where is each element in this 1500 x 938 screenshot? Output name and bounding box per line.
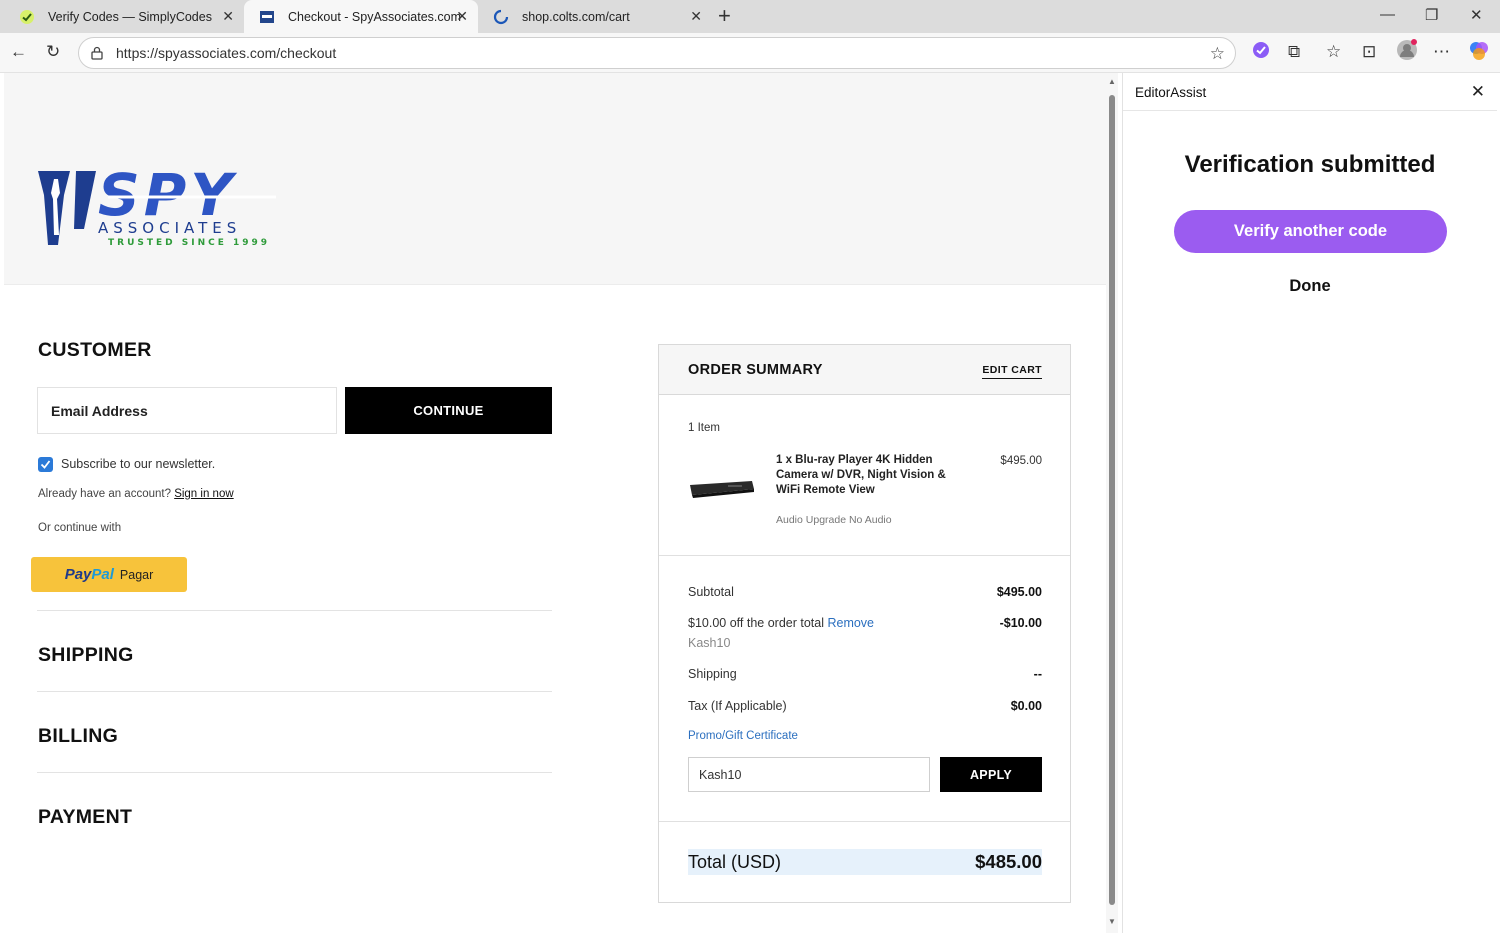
item-option: Audio Upgrade No Audio bbox=[776, 514, 892, 526]
close-tab-icon[interactable]: ✕ bbox=[690, 8, 702, 25]
favorites-icon[interactable]: ☆ bbox=[1326, 42, 1341, 62]
shipping-title: SHIPPING bbox=[38, 644, 134, 666]
total-value: $485.00 bbox=[975, 851, 1042, 872]
subtotal-label: Subtotal bbox=[688, 585, 734, 599]
svg-text:ASSOCIATES: ASSOCIATES bbox=[98, 219, 241, 237]
side-panel-title: EditorAssist bbox=[1135, 85, 1207, 100]
tab-title: shop.colts.com/cart bbox=[522, 9, 630, 24]
item-price: $495.00 bbox=[1000, 455, 1042, 467]
subtotal-row: Subtotal $495.00 bbox=[688, 585, 1042, 599]
shipping-row: Shipping -- bbox=[688, 667, 1042, 681]
extensions-puzzle-icon[interactable]: ⧉ bbox=[1288, 42, 1300, 62]
loading-spinner-icon bbox=[492, 8, 510, 26]
profile-avatar-icon[interactable] bbox=[1396, 39, 1418, 66]
tab-strip: Verify Codes — SimplyCodes ✕ Checkout - … bbox=[0, 0, 1500, 33]
close-panel-icon[interactable]: ✕ bbox=[1471, 82, 1485, 102]
account-prompt-text: Already have an account? bbox=[38, 488, 171, 500]
checkmark-icon bbox=[40, 460, 51, 469]
discount-label: $10.00 off the order total bbox=[688, 616, 824, 630]
discount-row: $10.00 off the order total Remove -$10.0… bbox=[688, 616, 1042, 630]
verify-another-code-button[interactable]: Verify another code bbox=[1174, 210, 1447, 253]
tab-title: Checkout - SpyAssociates.com bbox=[288, 9, 461, 24]
email-field[interactable]: Email Address bbox=[37, 387, 337, 434]
order-summary-title: ORDER SUMMARY bbox=[688, 362, 823, 378]
paypal-logo-icon: Pay bbox=[64, 566, 92, 583]
page-scrollbar[interactable]: ▲ ▼ bbox=[1106, 73, 1118, 933]
discount-value: -$10.00 bbox=[999, 616, 1042, 630]
editor-assist-panel: EditorAssist ✕ Verification submitted Ve… bbox=[1122, 73, 1497, 933]
tab-title: Verify Codes — SimplyCodes bbox=[48, 9, 212, 24]
order-summary-header: ORDER SUMMARY EDIT CART bbox=[659, 345, 1070, 395]
apply-button[interactable]: APPLY bbox=[940, 757, 1042, 792]
divider bbox=[659, 555, 1070, 556]
restore-icon[interactable]: ❐ bbox=[1425, 6, 1438, 24]
copilot-icon[interactable] bbox=[1468, 40, 1490, 67]
item-name: 1 x Blu-ray Player 4K Hidden Camera w/ D… bbox=[776, 454, 946, 496]
lock-icon[interactable] bbox=[90, 46, 104, 60]
newsletter-checkbox[interactable] bbox=[38, 457, 53, 472]
scroll-down-icon[interactable]: ▼ bbox=[1108, 917, 1116, 926]
shipping-label: Shipping bbox=[688, 667, 737, 681]
close-tab-icon[interactable]: ✕ bbox=[456, 8, 468, 25]
simplycodes-favicon-icon bbox=[18, 8, 36, 26]
sign-in-link[interactable]: Sign in now bbox=[174, 488, 233, 500]
billing-title: BILLING bbox=[38, 725, 119, 747]
newsletter-label: Subscribe to our newsletter. bbox=[61, 457, 216, 471]
close-tab-icon[interactable]: ✕ bbox=[222, 8, 234, 25]
done-button[interactable]: Done bbox=[1123, 277, 1497, 296]
tab-colts[interactable]: shop.colts.com/cart ✕ bbox=[478, 0, 712, 33]
total-label: Total (USD) bbox=[688, 851, 782, 872]
new-tab-icon[interactable]: + bbox=[718, 3, 731, 29]
scroll-up-icon[interactable]: ▲ bbox=[1108, 77, 1116, 86]
more-menu-icon[interactable]: ⋯ bbox=[1433, 42, 1450, 62]
total-row: Total (USD) $485.00 bbox=[688, 849, 1042, 875]
collections-icon[interactable]: ⊡ bbox=[1362, 42, 1376, 62]
window-close-icon[interactable]: ✕ bbox=[1470, 6, 1483, 24]
divider bbox=[37, 610, 552, 611]
customer-title: CUSTOMER bbox=[38, 339, 152, 361]
discount-code: Kash10 bbox=[688, 636, 731, 650]
order-summary: ORDER SUMMARY EDIT CART 1 Item 1 x Blu-r… bbox=[658, 344, 1071, 903]
tab-simplycodes[interactable]: Verify Codes — SimplyCodes ✕ bbox=[4, 0, 244, 33]
minimize-icon[interactable]: — bbox=[1380, 6, 1395, 23]
svg-text:TRUSTED SINCE 1999: TRUSTED SINCE 1999 bbox=[108, 238, 270, 247]
refresh-icon[interactable]: ↻ bbox=[46, 42, 60, 62]
spy-associates-logo[interactable]: SPY ASSOCIATES TRUSTED SINCE 1999 bbox=[36, 161, 286, 252]
checkout-page: SPY ASSOCIATES TRUSTED SINCE 1999 CUSTOM… bbox=[4, 73, 1106, 933]
promo-code-input[interactable]: Kash10 bbox=[688, 757, 930, 792]
shipping-value: -- bbox=[1033, 667, 1042, 681]
paypal-label: Pagar bbox=[119, 567, 154, 582]
subtotal-value: $495.00 bbox=[996, 585, 1042, 599]
divider bbox=[37, 691, 552, 692]
remove-discount-link[interactable]: Remove bbox=[827, 616, 874, 630]
continue-with-label: Or continue with bbox=[38, 522, 122, 534]
address-bar[interactable]: https://spyassociates.com/checkout ☆ bbox=[78, 37, 1236, 69]
browser-toolbar: ← ↻ https://spyassociates.com/checkout ☆… bbox=[0, 33, 1500, 73]
product-thumbnail[interactable] bbox=[688, 477, 756, 504]
site-header: SPY ASSOCIATES TRUSTED SINCE 1999 bbox=[4, 73, 1106, 285]
continue-button[interactable]: CONTINUE bbox=[345, 387, 552, 434]
paypal-button[interactable]: Pay Pal Pagar bbox=[31, 557, 187, 592]
spyassociates-favicon-icon bbox=[258, 8, 276, 26]
verification-heading: Verification submitted bbox=[1184, 151, 1436, 178]
divider bbox=[659, 821, 1070, 822]
account-prompt: Already have an account? Sign in now bbox=[38, 488, 234, 500]
divider bbox=[37, 772, 552, 773]
tax-value: $0.00 bbox=[1010, 699, 1042, 713]
tab-spyassociates[interactable]: Checkout - SpyAssociates.com ✕ bbox=[244, 0, 478, 33]
side-panel-header: EditorAssist ✕ bbox=[1123, 73, 1497, 111]
tax-row: Tax (If Applicable) $0.00 bbox=[688, 699, 1042, 713]
url-text: https://spyassociates.com/checkout bbox=[116, 45, 337, 61]
tax-label: Tax (If Applicable) bbox=[688, 699, 787, 713]
back-icon[interactable]: ← bbox=[10, 42, 27, 62]
extension-purple-icon[interactable] bbox=[1252, 41, 1270, 64]
favorite-star-icon[interactable]: ☆ bbox=[1210, 44, 1225, 64]
payment-title: PAYMENT bbox=[38, 806, 133, 828]
item-count: 1 Item bbox=[688, 422, 720, 434]
edit-cart-link[interactable]: EDIT CART bbox=[982, 364, 1042, 379]
promo-gift-link[interactable]: Promo/Gift Certificate bbox=[688, 730, 798, 742]
scroll-thumb[interactable] bbox=[1109, 95, 1115, 905]
